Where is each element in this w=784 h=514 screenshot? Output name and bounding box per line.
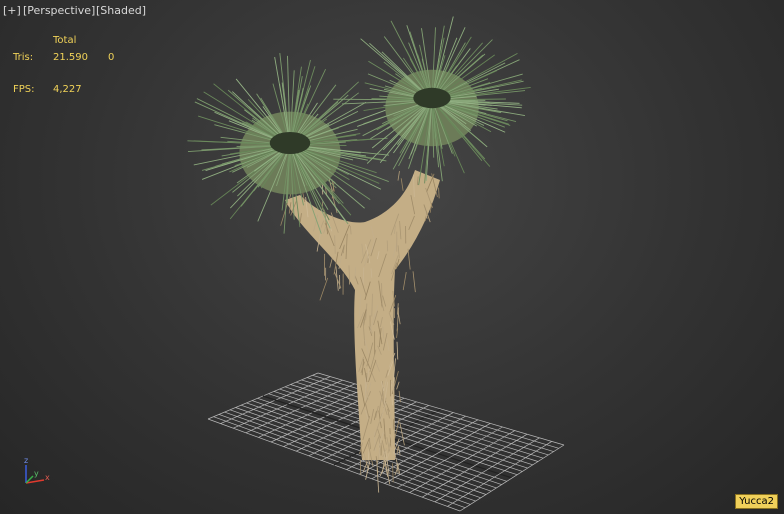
stats-tris-label: Tris:: [13, 52, 34, 63]
yucca-model[interactable]: [187, 16, 531, 493]
axis-y-label: y: [34, 469, 39, 478]
crown-center: [269, 131, 311, 155]
stats-tris-value: 21.590: [53, 52, 88, 63]
viewport-plus-menu[interactable]: [+]: [3, 4, 21, 17]
viewport-shading-menu[interactable]: [Shaded]: [96, 4, 146, 17]
viewport-view-menu[interactable]: [Perspective]: [23, 4, 95, 17]
trunk-fiber: [321, 200, 324, 211]
grid-line: [312, 374, 559, 449]
trunk-fiber: [396, 341, 399, 360]
trunk-fiber: [319, 277, 329, 301]
stats-fps-value: 4,227: [53, 84, 82, 95]
trunk-fiber: [280, 202, 288, 226]
crown-center: [413, 87, 451, 109]
trunk-fiber: [402, 271, 407, 291]
trunk-fiber: [396, 381, 400, 390]
trunk-fiber: [397, 171, 400, 181]
object-name-tag: Yucca2: [735, 494, 778, 509]
viewport-canvas[interactable]: z x y: [0, 0, 784, 514]
trunk-fiber: [392, 463, 394, 483]
grid-line: [434, 437, 540, 503]
trunk-fiber: [400, 178, 404, 191]
axis-z-label: z: [24, 456, 28, 465]
trunk-fiber: [386, 240, 389, 252]
trunk-fiber: [412, 271, 416, 293]
stats-fps-label: FPS:: [13, 84, 35, 95]
grid-line: [422, 433, 528, 498]
stats-tris-selected: 0: [108, 52, 115, 63]
axis-gizmo: z x y: [24, 456, 50, 484]
stats-total-header: Total: [53, 35, 77, 46]
trunk-fiber: [329, 257, 333, 268]
trunk-fiber: [407, 248, 411, 270]
trunk-fiber: [396, 328, 399, 339]
trunk-fiber: [334, 235, 336, 254]
axis-x-label: x: [45, 473, 50, 482]
trunk-fiber: [438, 187, 440, 199]
trunk-fiber: [359, 459, 362, 476]
